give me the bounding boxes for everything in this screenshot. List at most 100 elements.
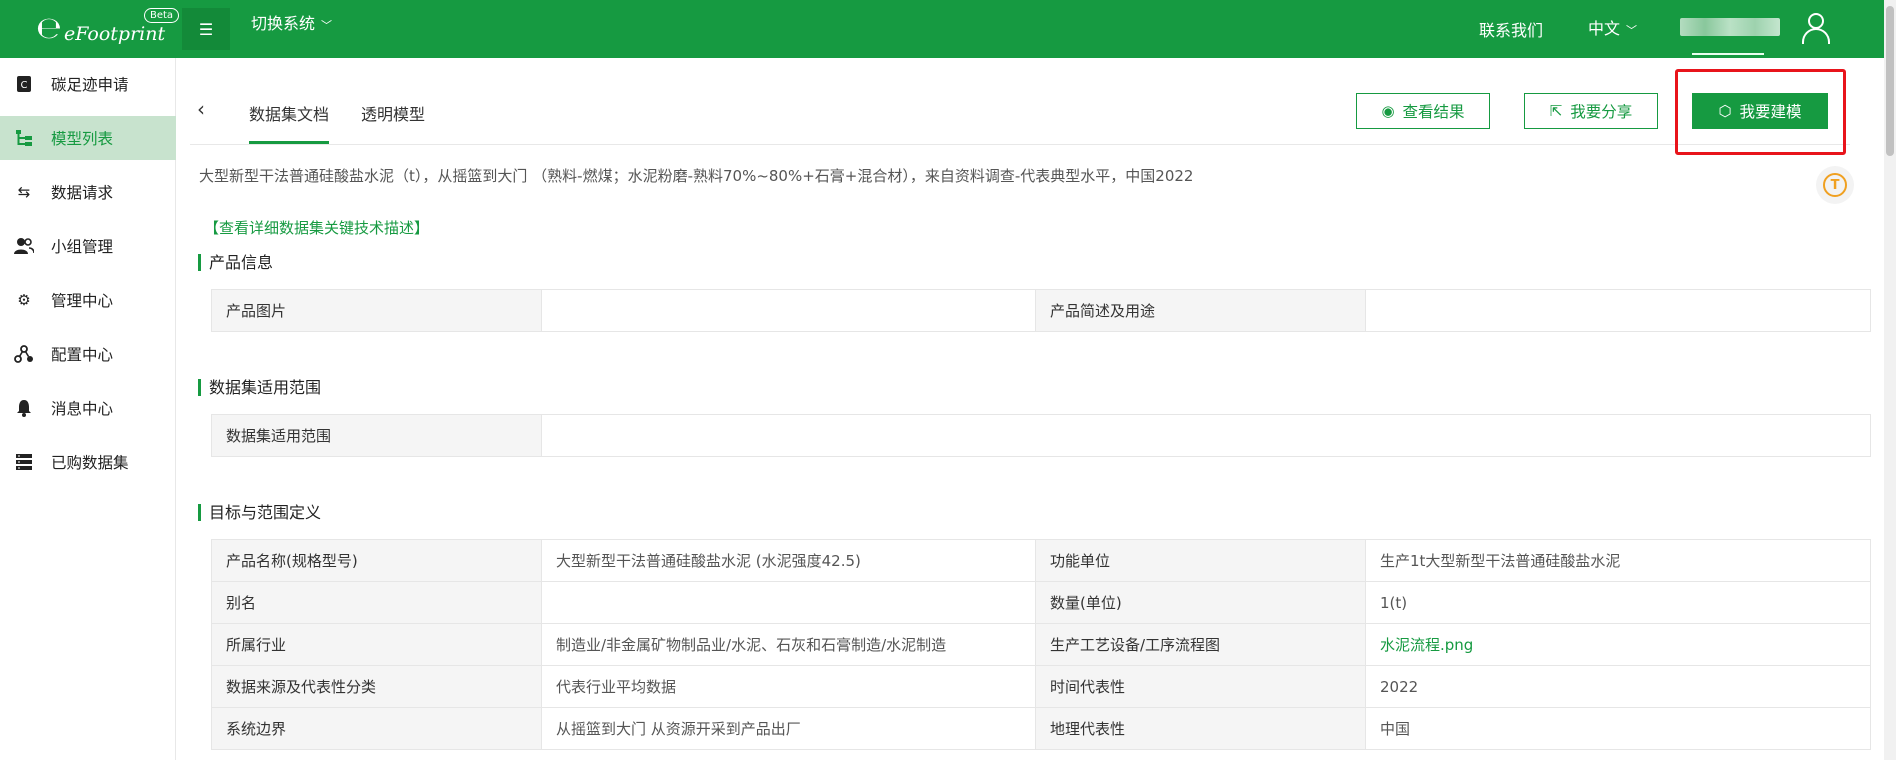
table-key: 产品名称(规格型号) <box>211 539 542 582</box>
sidebar-item-message-center[interactable]: 消息中心 <box>0 386 176 430</box>
sidebar-item-purchased-datasets[interactable]: 已购数据集 <box>0 440 176 484</box>
table-key: 别名 <box>211 581 542 624</box>
eye-icon: ◉ <box>1381 102 1395 120</box>
table-key: 产品简述及用途 <box>1035 289 1366 332</box>
sidebar-item-carbon-footprint-apply[interactable]: C 碳足迹申请 <box>0 62 176 106</box>
table-value <box>541 414 1871 457</box>
server-stack-icon <box>14 452 34 472</box>
table-value <box>1365 289 1871 332</box>
footprint-icon: ℮ <box>36 11 62 46</box>
table-value: 从摇篮到大门 从资源开采到产品出厂 <box>541 707 1036 750</box>
table-key: 所属行业 <box>211 623 542 666</box>
goal-scope-table: 产品名称(规格型号) 大型新型干法普通硅酸盐水泥 (水泥强度42.5) 功能单位… <box>211 539 1871 750</box>
sidebar-item-label: 已购数据集 <box>51 454 129 472</box>
table-key: 数量(单位) <box>1035 581 1366 624</box>
section-title-goal-scope: 目标与范围定义 <box>198 504 321 521</box>
table-value: 1(t) <box>1365 581 1871 624</box>
table-key: 数据集适用范围 <box>211 414 542 457</box>
sidebar-item-data-request[interactable]: ⇆ 数据请求 <box>0 170 176 214</box>
table-key: 系统边界 <box>211 707 542 750</box>
swap-arrows-icon: ⇆ <box>17 183 31 201</box>
scope-table: 数据集适用范围 <box>211 414 1871 457</box>
header-divider <box>190 144 1850 145</box>
sidebar: C 碳足迹申请 模型列表 ⇆ 数据请求 小组管理 ⚙ 管理中心 配置中心 消息中… <box>0 58 176 760</box>
footprint-doc-icon: C <box>14 74 34 94</box>
language-label: 中文 <box>1588 19 1621 38</box>
sidebar-item-label: 消息中心 <box>51 400 114 418</box>
chevron-down-icon: ﹀ <box>1626 24 1638 37</box>
svg-text:C: C <box>21 80 28 91</box>
language-dropdown[interactable]: 中文 ﹀ <box>1588 15 1637 39</box>
back-chevron-icon[interactable]: ‹ <box>197 99 205 119</box>
table-value: 生产1t大型新型干法普通硅酸盐水泥 <box>1365 539 1871 582</box>
table-key: 地理代表性 <box>1035 707 1366 750</box>
table-row: 数据集适用范围 <box>211 414 1871 457</box>
table-key: 产品图片 <box>211 289 542 332</box>
beta-badge: Beta <box>144 8 180 23</box>
sidebar-item-label: 小组管理 <box>51 238 114 256</box>
share-button[interactable]: ⇱ 我要分享 <box>1524 93 1658 129</box>
bell-icon <box>14 398 34 418</box>
table-value <box>541 581 1036 624</box>
table-row: 所属行业 制造业/非金属矿物制品业/水泥、石灰和石膏制造/水泥制造 生产工艺设备… <box>211 623 1871 666</box>
section-title-scope: 数据集适用范围 <box>198 379 321 396</box>
logo-text: eFootprint <box>64 23 166 45</box>
username-redacted <box>1680 18 1780 36</box>
table-key: 数据来源及代表性分类 <box>211 665 542 708</box>
sidebar-item-label: 碳足迹申请 <box>51 76 129 94</box>
product-info-table: 产品图片 产品简述及用途 <box>211 289 1871 332</box>
main-content: ‹ 数据集文档 透明模型 ◉ 查看结果 ⇱ 我要分享 ⬡ 我要建模 T 大型新型干法普… <box>176 58 1896 760</box>
floating-help-button[interactable]: T <box>1816 166 1854 204</box>
process-flow-file-link[interactable]: 水泥流程.png <box>1365 623 1871 666</box>
table-value: 大型新型干法普通硅酸盐水泥 (水泥强度42.5) <box>541 539 1036 582</box>
sidebar-item-model-list[interactable]: 模型列表 <box>0 116 176 160</box>
username-underline <box>1692 53 1764 55</box>
external-share-icon: ⇱ <box>1549 102 1563 120</box>
tree-list-icon <box>14 128 34 148</box>
sidebar-item-admin-center[interactable]: ⚙ 管理中心 <box>0 278 176 322</box>
efootprint-logo[interactable]: ℮ eFootprint Beta <box>36 8 186 50</box>
menu-fold-icon: ☰ <box>198 19 214 39</box>
sidebar-item-config-center[interactable]: 配置中心 <box>0 332 176 376</box>
switch-system-dropdown[interactable]: 切换系统 ﹀ <box>251 14 332 36</box>
tab-transparent-model[interactable]: 透明模型 <box>361 101 425 125</box>
sidebar-item-label: 管理中心 <box>51 292 114 310</box>
table-value: 代表行业平均数据 <box>541 665 1036 708</box>
view-results-button[interactable]: ◉ 查看结果 <box>1356 93 1490 129</box>
table-value: 中国 <box>1365 707 1871 750</box>
tab-dataset-doc[interactable]: 数据集文档 <box>249 101 329 125</box>
detail-description-link[interactable]: 【查看详细数据集关键技术描述】 <box>204 217 429 238</box>
sidebar-item-label: 数据请求 <box>51 184 114 202</box>
gear-icon: ⚙ <box>17 291 31 309</box>
table-key: 生产工艺设备/工序流程图 <box>1035 623 1366 666</box>
dataset-description: 大型新型干法普通硅酸盐水泥（t），从摇篮到大门 （熟料-燃煤；水泥粉磨-熟料70… <box>199 167 1194 185</box>
info-t-icon: T <box>1823 173 1847 197</box>
view-results-label: 查看结果 <box>1402 103 1465 121</box>
sidebar-item-group-management[interactable]: 小组管理 <box>0 224 176 268</box>
group-users-icon <box>14 236 34 256</box>
sidebar-item-label: 配置中心 <box>51 346 114 364</box>
top-bar: ℮ eFootprint Beta ☰ 切换系统 ﹀ 联系我们 中文 ﹀ <box>0 0 1896 58</box>
section-title-product-info: 产品信息 <box>198 254 273 271</box>
table-row: 系统边界 从摇篮到大门 从资源开采到产品出厂 地理代表性 中国 <box>211 707 1871 750</box>
chevron-down-icon: ﹀ <box>321 19 333 32</box>
user-avatar-icon[interactable] <box>1797 10 1835 48</box>
table-value: 制造业/非金属矿物制品业/水泥、石灰和石膏制造/水泥制造 <box>541 623 1036 666</box>
switch-system-label: 切换系统 <box>251 14 316 33</box>
table-key: 功能单位 <box>1035 539 1366 582</box>
menu-collapse-button[interactable]: ☰ <box>182 8 230 50</box>
share-label: 我要分享 <box>1570 103 1633 121</box>
table-row: 数据来源及代表性分类 代表行业平均数据 时间代表性 2022 <box>211 665 1871 708</box>
scrollbar-thumb[interactable] <box>1886 6 1894 156</box>
table-row: 产品名称(规格型号) 大型新型干法普通硅酸盐水泥 (水泥强度42.5) 功能单位… <box>211 539 1871 582</box>
cluster-icon <box>14 344 34 364</box>
table-row: 别名 数量(单位) 1(t) <box>211 581 1871 624</box>
sidebar-item-label: 模型列表 <box>51 130 114 148</box>
table-value <box>541 289 1036 332</box>
table-row: 产品图片 产品简述及用途 <box>211 289 1871 332</box>
contact-us-link[interactable]: 联系我们 <box>1479 17 1543 41</box>
table-key: 时间代表性 <box>1035 665 1366 708</box>
vertical-scrollbar[interactable] <box>1884 0 1896 760</box>
table-value: 2022 <box>1365 665 1871 708</box>
highlight-annotation-box <box>1675 69 1846 155</box>
